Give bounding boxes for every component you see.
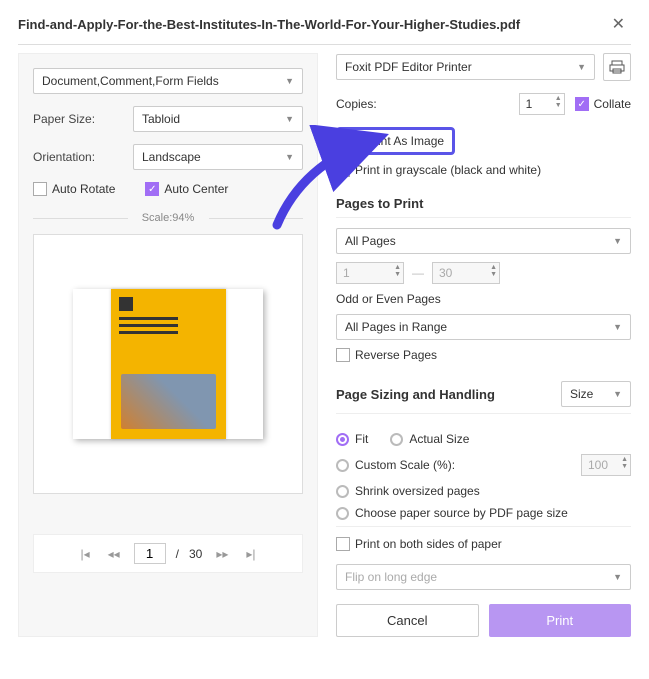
grayscale-checkbox[interactable]: Print in grayscale (black and white) xyxy=(336,163,541,177)
odd-even-dropdown[interactable]: All Pages in Range ▼ xyxy=(336,314,631,340)
odd-even-value: All Pages in Range xyxy=(345,320,447,334)
reverse-pages-label: Reverse Pages xyxy=(355,348,437,362)
right-panel: Foxit PDF Editor Printer ▼ Copies: 1 ▲▼ ✓ … xyxy=(336,53,631,637)
chevron-down-icon: ▼ xyxy=(285,152,294,162)
radio-icon xyxy=(336,459,349,472)
left-panel: Document,Comment,Form Fields ▼ Paper Size… xyxy=(18,53,318,637)
page-sep: / xyxy=(176,547,179,561)
range-to-input[interactable]: 30 ▲▼ xyxy=(432,262,500,284)
grayscale-label: Print in grayscale (black and white) xyxy=(355,163,541,177)
page-input[interactable] xyxy=(134,543,166,564)
chevron-down-icon: ▼ xyxy=(613,389,622,399)
spinner-icon: ▲▼ xyxy=(621,456,628,470)
range-from-value: 1 xyxy=(343,266,350,280)
spinner-icon[interactable]: ▲▼ xyxy=(555,95,562,109)
paper-size-label: Paper Size: xyxy=(33,112,123,126)
printer-icon xyxy=(609,59,625,75)
chevron-down-icon: ▼ xyxy=(285,76,294,86)
checkbox-checked-icon: ✓ xyxy=(145,182,159,196)
prev-page-button[interactable]: ◂◂ xyxy=(104,545,124,563)
chevron-down-icon: ▼ xyxy=(577,62,586,72)
checkbox-empty-icon xyxy=(33,182,47,196)
both-sides-label: Print on both sides of paper xyxy=(355,537,502,551)
actual-size-label: Actual Size xyxy=(409,432,469,446)
orientation-dropdown[interactable]: Landscape ▼ xyxy=(133,144,303,170)
document-thumbnail xyxy=(111,289,226,439)
fit-radio[interactable]: Fit xyxy=(336,432,368,446)
radio-icon xyxy=(336,485,349,498)
spinner-icon: ▲▼ xyxy=(490,264,497,278)
page-preview xyxy=(33,234,303,494)
auto-center-label: Auto Center xyxy=(164,182,228,196)
radio-selected-icon xyxy=(336,433,349,446)
odd-even-label: Odd or Even Pages xyxy=(336,292,631,306)
custom-scale-input[interactable]: 100 ▲▼ xyxy=(581,454,631,476)
pages-value: All Pages xyxy=(345,234,396,248)
collate-label: Collate xyxy=(594,97,631,111)
pages-to-print-heading: Pages to Print xyxy=(336,196,631,211)
first-page-button[interactable]: |◂ xyxy=(76,545,93,563)
printer-properties-button[interactable] xyxy=(603,53,631,81)
size-mode-dropdown[interactable]: Size ▼ xyxy=(561,381,631,407)
print-as-image-label: Print As Image xyxy=(366,134,444,148)
collate-checkbox[interactable]: ✓ Collate xyxy=(575,97,631,111)
auto-rotate-label: Auto Rotate xyxy=(52,182,115,196)
flip-value: Flip on long edge xyxy=(345,570,437,584)
checkbox-empty-icon xyxy=(336,348,350,362)
reverse-pages-checkbox[interactable]: Reverse Pages xyxy=(336,348,437,362)
print-button[interactable]: Print xyxy=(489,604,632,637)
scale-label: Scale:94% xyxy=(33,212,303,224)
close-button[interactable]: ✕ xyxy=(606,12,631,36)
next-page-button[interactable]: ▸▸ xyxy=(212,545,232,563)
auto-center-checkbox[interactable]: ✓ Auto Center xyxy=(145,182,228,196)
flip-dropdown: Flip on long edge ▼ xyxy=(336,564,631,590)
custom-scale-value: 100 xyxy=(588,458,608,472)
shrink-radio[interactable]: Shrink oversized pages xyxy=(336,484,480,498)
chevron-down-icon: ▼ xyxy=(613,572,622,582)
size-mode-value: Size xyxy=(570,387,593,401)
custom-scale-label: Custom Scale (%): xyxy=(355,458,455,472)
choose-source-label: Choose paper source by PDF page size xyxy=(355,506,568,520)
fit-label: Fit xyxy=(355,432,368,446)
cancel-button[interactable]: Cancel xyxy=(336,604,479,637)
print-as-image-highlight: ✓ Print As Image xyxy=(336,127,455,155)
paper-size-value: Tabloid xyxy=(142,112,180,126)
chevron-down-icon: ▼ xyxy=(613,322,622,332)
auto-rotate-checkbox[interactable]: Auto Rotate xyxy=(33,182,115,196)
shrink-label: Shrink oversized pages xyxy=(355,484,480,498)
copies-label: Copies: xyxy=(336,97,377,111)
orientation-label: Orientation: xyxy=(33,150,123,164)
orientation-value: Landscape xyxy=(142,150,201,164)
page-sizing-heading: Page Sizing and Handling xyxy=(336,387,495,402)
pages-dropdown[interactable]: All Pages ▼ xyxy=(336,228,631,254)
printer-dropdown[interactable]: Foxit PDF Editor Printer ▼ xyxy=(336,54,595,80)
copies-input[interactable]: 1 ▲▼ xyxy=(519,93,565,115)
copies-value: 1 xyxy=(526,97,533,111)
actual-size-radio[interactable]: Actual Size xyxy=(390,432,469,446)
fields-dropdown-value: Document,Comment,Form Fields xyxy=(42,74,219,88)
choose-source-radio[interactable]: Choose paper source by PDF page size xyxy=(336,506,568,520)
chevron-down-icon: ▼ xyxy=(285,114,294,124)
print-as-image-checkbox[interactable]: ✓ Print As Image xyxy=(347,134,444,148)
checkbox-empty-icon xyxy=(336,163,350,177)
printer-value: Foxit PDF Editor Printer xyxy=(345,60,472,74)
chevron-down-icon: ▼ xyxy=(613,236,622,246)
custom-scale-radio[interactable]: Custom Scale (%): xyxy=(336,458,455,472)
fields-dropdown[interactable]: Document,Comment,Form Fields ▼ xyxy=(33,68,303,94)
checkbox-checked-icon: ✓ xyxy=(347,134,361,148)
checkbox-checked-icon: ✓ xyxy=(575,97,589,111)
radio-icon xyxy=(390,433,403,446)
last-page-button[interactable]: ▸| xyxy=(242,545,259,563)
range-dash: — xyxy=(412,266,424,280)
range-to-value: 30 xyxy=(439,266,452,280)
range-from-input[interactable]: 1 ▲▼ xyxy=(336,262,404,284)
spinner-icon: ▲▼ xyxy=(394,264,401,278)
window-title: Find-and-Apply-For-the-Best-Institutes-I… xyxy=(18,17,520,32)
page-navigator: |◂ ◂◂ / 30 ▸▸ ▸| xyxy=(33,534,303,573)
paper-size-dropdown[interactable]: Tabloid ▼ xyxy=(133,106,303,132)
both-sides-checkbox[interactable]: Print on both sides of paper xyxy=(336,537,502,551)
page-total: 30 xyxy=(189,547,202,561)
radio-icon xyxy=(336,507,349,520)
checkbox-empty-icon xyxy=(336,537,350,551)
